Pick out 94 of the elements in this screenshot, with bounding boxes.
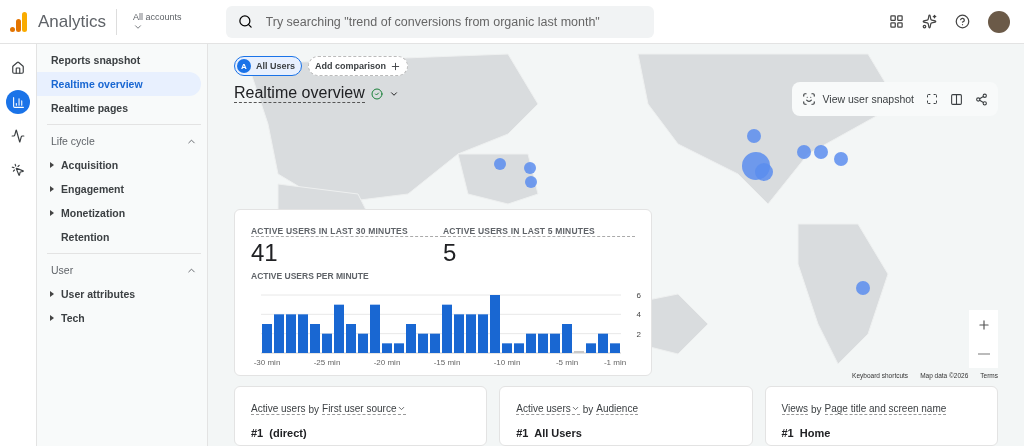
chart-bar: [550, 333, 560, 353]
metric-label: ACTIVE USERS IN LAST 5 MINUTES: [443, 226, 635, 237]
nav-item[interactable]: Engagement: [47, 177, 201, 201]
chart-bar: [610, 343, 620, 353]
chart-bar: [358, 333, 368, 353]
metric-selector: Views: [781, 403, 808, 415]
person-scan-icon: [801, 92, 816, 106]
caret-icon: [396, 404, 406, 413]
axis-tick-label: 6: [636, 291, 641, 300]
nav-item[interactable]: User attributes: [47, 282, 201, 306]
dimension-selector[interactable]: First user source: [322, 403, 406, 415]
account-selector[interactable]: All accounts: [127, 11, 188, 32]
nav-item[interactable]: Realtime overview: [37, 72, 201, 96]
axis-tick-label: -15 min: [433, 358, 461, 367]
axis-tick-label: 4: [636, 310, 641, 320]
nav-item[interactable]: Acquisition: [47, 153, 201, 177]
chart-bar: [490, 295, 500, 353]
chart-bar: [418, 333, 428, 353]
metric-value: 41: [251, 239, 279, 267]
chart-bar: [334, 304, 344, 353]
product-name: Analytics: [38, 8, 118, 35]
metric-selector: Active users: [251, 403, 306, 415]
chart-bar: [454, 314, 464, 353]
ranked-row-text: #1 (direct): [251, 427, 308, 439]
fullscreen-icon[interactable]: [926, 93, 938, 105]
nav-item[interactable]: Monetization: [47, 201, 201, 225]
caret-icon: [570, 404, 580, 413]
bar-chart-icon: [11, 95, 25, 109]
chart-bar: [322, 333, 332, 353]
chart-bar: [346, 324, 356, 353]
section-header[interactable]: User: [47, 258, 201, 282]
chart-bar: [274, 314, 284, 353]
cursor-target-icon: [11, 163, 25, 177]
nav-item[interactable]: Retention: [47, 225, 201, 249]
plus-icon: [976, 317, 991, 332]
card-title-text: by: [582, 403, 594, 415]
logo-icon: [10, 11, 28, 32]
chart-bar: [382, 343, 392, 353]
add-comparison-button[interactable]: Add comparison: [308, 56, 409, 76]
card-title-text: by: [308, 403, 320, 415]
chart-label: ACTIVE USERS PER MINUTE: [251, 271, 370, 281]
chart-bar: [562, 324, 572, 353]
chart-bar: [538, 333, 548, 353]
sparkle-icon[interactable]: [922, 14, 937, 29]
axis-tick-label: -25 min: [313, 358, 341, 367]
nav-item[interactable]: Reports snapshot: [37, 48, 201, 72]
minus-icon: [977, 352, 990, 355]
page-title: Realtime overview: [234, 84, 365, 103]
chart-bar: [430, 333, 440, 353]
check-circle-icon: [370, 87, 383, 100]
axis-tick-label: 2: [636, 329, 641, 339]
ranked-row-text: #1 Home: [781, 427, 832, 439]
nav-item[interactable]: Realtime pages: [37, 96, 201, 120]
chart-bar: [370, 304, 380, 353]
chart-bar: [262, 324, 272, 353]
chart-bar: [514, 343, 524, 353]
metric-value: 5: [443, 239, 458, 267]
dimension-selector: Audience: [596, 403, 638, 415]
nav-item[interactable]: Tech: [47, 306, 201, 330]
ranked-row-text: #1 All Users: [516, 427, 583, 439]
chart-bar: [286, 314, 296, 353]
help-icon[interactable]: [955, 14, 970, 29]
axis-tick-label: -5 min: [555, 358, 579, 367]
segment-badge: A: [237, 59, 251, 73]
chart-bar: [442, 304, 452, 353]
chart-bar: [394, 343, 404, 353]
axis-tick-label: -1 min: [603, 358, 627, 367]
dimension-selector: Page title and screen name: [824, 403, 947, 415]
axis-tick-label: -10 min: [493, 358, 521, 367]
chart-bar: [406, 324, 416, 353]
split-view-icon[interactable]: [950, 92, 963, 106]
plus-icon: [390, 60, 402, 72]
comparison-chip[interactable]: A All Users: [234, 56, 303, 76]
rail-button[interactable]: [6, 90, 30, 114]
axis-tick-label: -20 min: [373, 358, 401, 367]
search-field[interactable]: Try searching "trend of conversions from organic last month": [225, 5, 654, 38]
chart-bar: [478, 314, 488, 353]
chart-bar: [526, 333, 536, 353]
card-title-text: by: [811, 403, 822, 415]
metric-selector[interactable]: Active users: [516, 403, 580, 415]
chart-bar: [466, 314, 476, 353]
avatar[interactable]: [988, 10, 1010, 33]
section-header[interactable]: Life cycle: [47, 129, 201, 153]
search-icon: [237, 13, 253, 29]
chart-bar: [298, 314, 308, 353]
chart-bar: [586, 343, 596, 353]
metric-label: ACTIVE USERS IN LAST 30 MINUTES: [251, 226, 443, 237]
chart-bar: [502, 343, 512, 353]
chart-bar: [598, 333, 608, 353]
share-icon[interactable]: [975, 92, 988, 106]
apps-grid-icon[interactable]: [889, 14, 904, 29]
chart-bar: [310, 324, 320, 353]
axis-tick-label: -30 min: [253, 358, 281, 367]
home-icon: [11, 61, 25, 75]
